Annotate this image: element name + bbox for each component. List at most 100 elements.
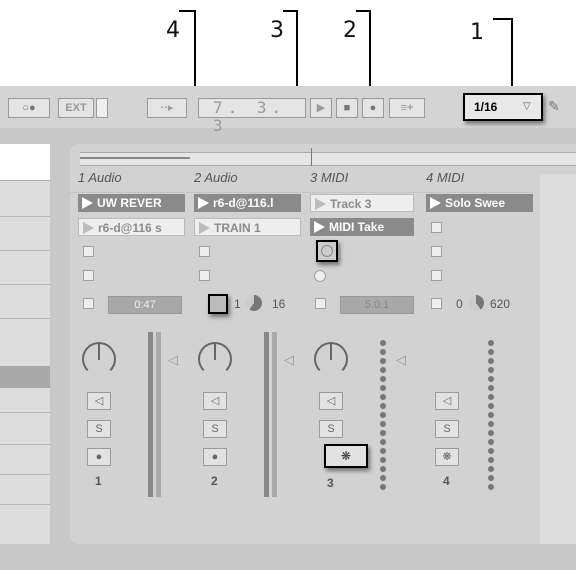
divider — [70, 192, 185, 193]
stop-button-slot[interactable] — [199, 246, 210, 257]
stop-button-slot[interactable] — [431, 222, 442, 233]
track-info-left: 1 — [234, 297, 241, 311]
clip-slot[interactable]: Solo Swee — [426, 194, 533, 212]
track-column-1: 1 Audio UW REVER r6-d@116 s 0:47 ◁ ◁ S ●… — [70, 144, 185, 544]
arrangement-overdub-button[interactable]: ≡+ — [389, 98, 425, 118]
level-meter — [148, 332, 153, 497]
track-name[interactable]: 4 MIDI — [426, 170, 464, 185]
stop-button-slot[interactable] — [431, 246, 442, 257]
play-icon[interactable] — [198, 196, 209, 209]
stop-button-slot[interactable] — [83, 298, 94, 309]
pie-icon — [246, 295, 262, 311]
midi-meter — [380, 340, 386, 493]
left-row — [0, 504, 50, 505]
track-number: 4 — [443, 474, 450, 488]
track-number: 1 — [95, 474, 102, 488]
ext-sync-button[interactable]: EXT — [58, 98, 94, 118]
midi-meter — [488, 340, 494, 493]
arm-button[interactable]: ❋ — [324, 444, 368, 468]
activator-button[interactable]: ◁ — [87, 392, 111, 410]
play-icon[interactable] — [83, 221, 94, 234]
record-slot-circle — [321, 245, 333, 257]
clip-name: TRAIN 1 — [214, 221, 261, 235]
live-app: ○● EXT ··▸ 7. 3. 3 ▶ ■ ● ≡+ 1/16 ▽ ✎ 1 A… — [0, 86, 576, 570]
quantization-value: 1/16 — [474, 100, 498, 114]
level-meter — [272, 332, 277, 497]
clip-slot[interactable]: UW REVER — [78, 194, 185, 212]
callout-line-3-h — [283, 10, 297, 12]
callout-line-1-h — [493, 18, 512, 20]
track-info-right: 16 — [272, 297, 286, 311]
track-info-right: 620 — [490, 297, 511, 311]
stop-button-slot[interactable] — [431, 270, 442, 281]
play-icon[interactable] — [82, 196, 93, 209]
solo-button[interactable]: S — [435, 420, 459, 438]
stop-button-slot[interactable] — [83, 246, 94, 257]
stop-button-slot[interactable] — [431, 298, 442, 309]
solo-button[interactable]: S — [203, 420, 227, 438]
track-name[interactable]: 2 Audio — [194, 170, 238, 185]
callout-1: 1 — [470, 20, 484, 45]
solo-button[interactable]: S — [319, 420, 343, 438]
clip-name: r6-d@116 s — [98, 221, 162, 235]
record-slot-circle[interactable] — [314, 270, 326, 282]
track-number: 3 — [327, 476, 334, 490]
track-info-left: 0 — [456, 297, 463, 311]
solo-button[interactable]: S — [87, 420, 111, 438]
overdub-toggle[interactable]: ○● — [8, 98, 50, 118]
play-icon[interactable] — [430, 196, 441, 209]
clip-name: UW REVER — [97, 196, 162, 210]
pan-arrow-icon: ◁ — [284, 352, 294, 367]
session-view: 1 Audio UW REVER r6-d@116 s 0:47 ◁ ◁ S ●… — [70, 144, 576, 544]
clip-name: Solo Swee — [445, 196, 506, 210]
clip-slot[interactable]: Track 3 — [310, 194, 414, 212]
left-row — [0, 412, 50, 413]
play-button[interactable]: ▶ — [310, 98, 332, 118]
activator-button[interactable]: ◁ — [435, 392, 459, 410]
quantization-chooser[interactable]: 1/16 ▽ — [463, 93, 543, 121]
clip-slot[interactable]: TRAIN 1 — [194, 218, 301, 236]
arm-button[interactable]: ● — [203, 448, 227, 466]
arm-button[interactable]: ● — [87, 448, 111, 466]
track-column-2: 2 Audio r6-d@116.l TRAIN 1 1 16 ◁ ◁ S ● … — [186, 144, 301, 544]
play-icon[interactable] — [199, 221, 210, 234]
follow-button[interactable]: ··▸ — [147, 98, 187, 118]
stop-button-slot[interactable] — [199, 270, 210, 281]
left-row — [0, 318, 50, 319]
callout-line-2-h — [356, 10, 370, 12]
volume-knob-indicator — [214, 344, 216, 360]
record-button[interactable]: ● — [362, 98, 384, 118]
callout-4: 4 — [166, 18, 180, 43]
clip-name: Track 3 — [330, 197, 372, 211]
clip-slot[interactable]: MIDI Take — [310, 218, 414, 236]
track-name[interactable]: 3 MIDI — [310, 170, 348, 185]
left-panel — [0, 144, 50, 544]
callout-2: 2 — [343, 18, 357, 43]
play-icon[interactable] — [315, 197, 326, 210]
pan-arrow-icon: ◁ — [396, 352, 406, 367]
activator-button[interactable]: ◁ — [319, 392, 343, 410]
track-column-3: 3 MIDI Track 3 MIDI Take 5.0.1 ◁ ◁ S ❋ 3 — [302, 144, 417, 544]
left-selected-row[interactable] — [0, 366, 50, 388]
callout-line-1-v — [511, 18, 513, 94]
stop-button-slot[interactable] — [315, 298, 326, 309]
pencil-icon[interactable]: ✎ — [548, 98, 560, 115]
clip-slot[interactable]: r6-d@116 s — [78, 218, 185, 236]
track-name[interactable]: 1 Audio — [78, 170, 122, 185]
transport-bar: ○● EXT ··▸ 7. 3. 3 ▶ ■ ● ≡+ 1/16 ▽ ✎ — [0, 86, 576, 135]
play-icon[interactable] — [314, 220, 325, 233]
clip-slot[interactable]: r6-d@116.l — [194, 194, 301, 212]
stop-button[interactable]: ■ — [336, 98, 358, 118]
arm-button[interactable]: ❋ — [435, 448, 459, 466]
level-meter — [264, 332, 269, 497]
activator-button[interactable]: ◁ — [203, 392, 227, 410]
clip-name: MIDI Take — [329, 220, 385, 234]
stop-button-slot[interactable] — [83, 270, 94, 281]
track-status-button[interactable] — [208, 294, 228, 314]
callout-line-4-h — [179, 10, 195, 12]
master-column-edge — [540, 174, 576, 544]
position-display[interactable]: 7. 3. 3 — [198, 98, 306, 135]
divider — [418, 192, 533, 193]
chevron-down-icon: ▽ — [523, 101, 531, 112]
clip-counter: 5.0.1 — [340, 296, 414, 314]
